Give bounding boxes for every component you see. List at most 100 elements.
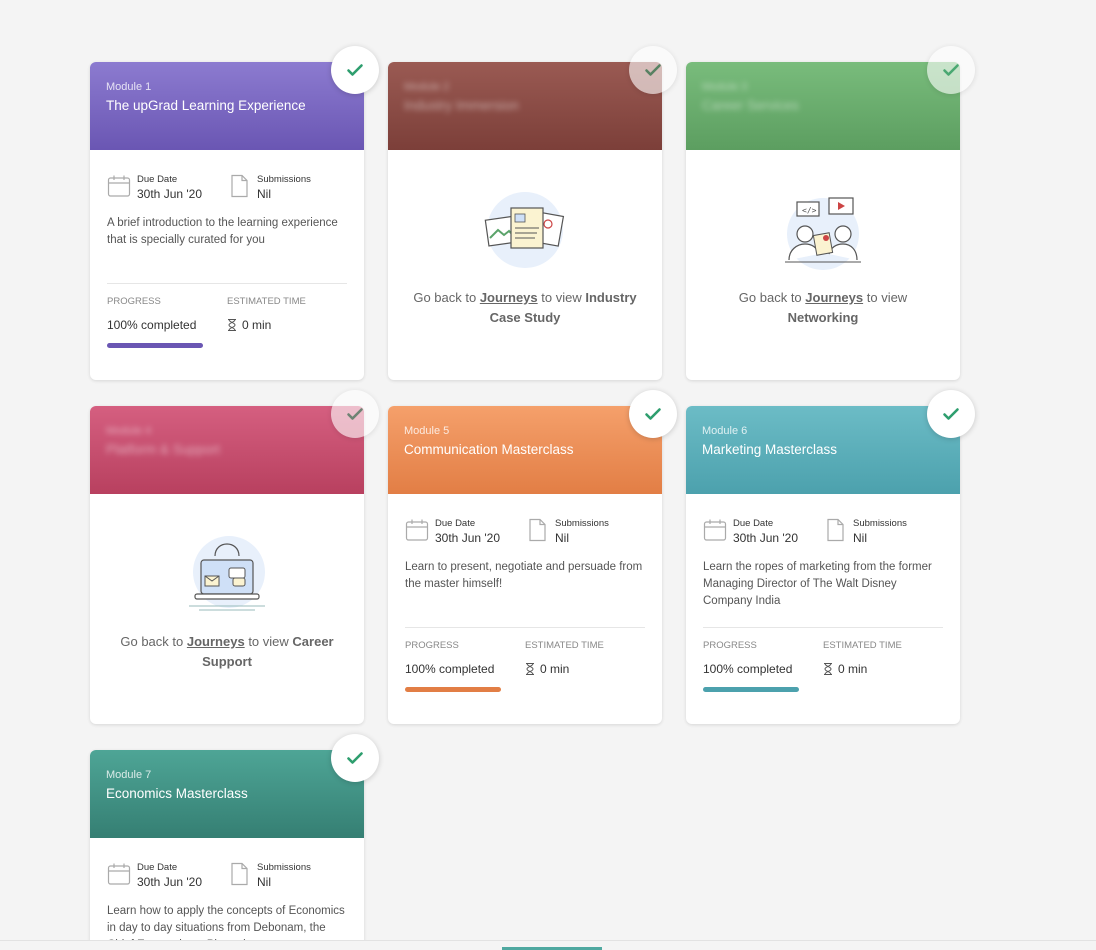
journeys-link[interactable]: Journeys xyxy=(805,290,863,305)
journeys-link[interactable]: Journeys xyxy=(187,634,245,649)
calendar-icon xyxy=(107,863,131,885)
locked-message: Go back to Journeys to view Networking xyxy=(686,288,960,328)
go-back-text: Go back to xyxy=(413,290,477,305)
estimated-time: 0 min xyxy=(823,661,943,677)
progress-label: PROGRESS xyxy=(107,296,161,307)
module-number: Module 6 xyxy=(702,425,748,437)
due-date-label: Due Date xyxy=(137,174,178,185)
module-card-6[interactable]: Module 6 Marketing Masterclass Due Date 3… xyxy=(686,406,960,724)
module-meta: Due Date 30th Jun '20 Submissions Nil xyxy=(405,518,645,545)
progress-bar xyxy=(703,687,799,692)
module-body: Due Date 30th Jun '20 Submissions Nil Lear… xyxy=(388,494,662,692)
module-meta: Due Date 30th Jun '20 Submissions Nil xyxy=(107,862,347,889)
completed-check-icon xyxy=(331,390,379,438)
module-title: Marketing Masterclass xyxy=(702,442,838,457)
locked-body: </> Go back to Journeys to view Networki… xyxy=(686,150,960,380)
submissions-value: Nil xyxy=(555,531,569,545)
go-back-text: Go back to xyxy=(738,290,802,305)
calendar-icon xyxy=(405,519,429,541)
document-icon xyxy=(231,862,248,886)
networking-illustration-icon: </> xyxy=(785,197,861,270)
progress-section: PROGRESS 100% completed ESTIMATED TIME 0… xyxy=(703,640,943,692)
hourglass-icon xyxy=(526,663,534,675)
divider xyxy=(107,283,347,284)
module-title: Platform & Support xyxy=(106,442,221,457)
due-date-label: Due Date xyxy=(137,862,178,873)
to-view-text: to view xyxy=(248,634,289,649)
module-description: A brief introduction to the learning exp… xyxy=(107,217,338,246)
module-number: Module 5 xyxy=(404,425,450,437)
progress-section: PROGRESS 100% completed ESTIMATED TIME 0… xyxy=(405,640,645,692)
module-meta: Due Date 30th Jun '20 Submissions Nil xyxy=(107,174,347,201)
completed-check-icon xyxy=(927,390,975,438)
module-meta: Due Date 30th Jun '20 Submissions Nil xyxy=(703,518,943,545)
module-card-4[interactable]: Module 4 Platform & Support Go back to J… xyxy=(90,406,364,724)
module-number: Module 7 xyxy=(106,769,152,781)
due-date: Due Date 30th Jun '20 xyxy=(107,862,227,889)
to-view-text: to view xyxy=(866,290,908,305)
due-date: Due Date 30th Jun '20 xyxy=(405,518,525,545)
document-icon xyxy=(827,518,844,542)
go-back-text: Go back to xyxy=(120,634,184,649)
due-date-label: Due Date xyxy=(733,518,774,529)
due-date-value: 30th Jun '20 xyxy=(137,187,203,201)
locked-target-line2: Case Study xyxy=(489,310,561,325)
divider xyxy=(703,627,943,628)
module-title: Communication Masterclass xyxy=(404,442,574,457)
progress-bar xyxy=(107,343,203,348)
document-icon xyxy=(231,174,248,198)
svg-text:</>: </> xyxy=(802,206,817,215)
submissions-label: Submissions xyxy=(257,862,311,873)
module-card-3[interactable]: Module 3 Career Services </> Go back to … xyxy=(686,62,960,380)
module-header: Module 1 The upGrad Learning Experience xyxy=(90,62,364,150)
module-header: Module 4 Platform & Support xyxy=(90,406,364,494)
module-header: Module 7 Economics Masterclass xyxy=(90,750,364,838)
due-date: Due Date 30th Jun '20 xyxy=(703,518,823,545)
divider xyxy=(405,627,645,628)
module-description: Learn the ropes of marketing from the fo… xyxy=(703,561,932,607)
estimated-time-value: 0 min xyxy=(242,318,272,332)
hourglass-icon xyxy=(228,319,236,331)
module-title: The upGrad Learning Experience xyxy=(106,98,306,113)
locked-target-line2: Support xyxy=(202,654,252,669)
estimated-time: 0 min xyxy=(525,661,645,677)
progress-label: PROGRESS xyxy=(405,640,459,651)
due-date-label: Due Date xyxy=(435,518,476,529)
module-header: Module 6 Marketing Masterclass xyxy=(686,406,960,494)
module-body: Due Date 30th Jun '20 Submissions Nil A br… xyxy=(90,150,364,348)
module-title: Economics Masterclass xyxy=(106,786,248,801)
completed-check-icon xyxy=(331,46,379,94)
submissions-value: Nil xyxy=(257,187,271,201)
submissions: Submissions Nil xyxy=(823,518,943,545)
submissions-value: Nil xyxy=(853,531,867,545)
module-body: Due Date 30th Jun '20 Submissions Nil Lear… xyxy=(686,494,960,692)
progress-value: 100% completed xyxy=(405,662,495,676)
hourglass-icon xyxy=(824,663,832,675)
locked-body: Go back to Journeys to view Career Suppo… xyxy=(90,494,364,724)
due-date-value: 30th Jun '20 xyxy=(733,531,799,545)
module-card-7[interactable]: Module 7 Economics Masterclass Due Date 3… xyxy=(90,750,364,950)
module-card-1[interactable]: Module 1 The upGrad Learning Experience … xyxy=(90,62,364,380)
locked-body: Go back to Journeys to view Industry Cas… xyxy=(388,150,662,380)
due-date: Due Date 30th Jun '20 xyxy=(107,174,227,201)
case-study-illustration-icon xyxy=(484,192,565,268)
module-card-5[interactable]: Module 5 Communication Masterclass Due D… xyxy=(388,406,662,724)
module-number: Module 2 xyxy=(404,81,450,93)
journeys-link[interactable]: Journeys xyxy=(480,290,538,305)
to-view-text: to view xyxy=(541,290,582,305)
module-card-2[interactable]: Module 2 Industry Immersion Go back to J… xyxy=(388,62,662,380)
submissions-label: Submissions xyxy=(555,518,609,529)
module-description: Learn to present, negotiate and persuade… xyxy=(405,561,643,590)
module-title: Career Services xyxy=(702,98,799,113)
estimated-time-label: ESTIMATED TIME xyxy=(227,296,306,307)
module-title: Industry Immersion xyxy=(404,98,519,113)
calendar-icon xyxy=(107,175,131,197)
support-illustration-icon xyxy=(189,536,265,611)
progress-value: 100% completed xyxy=(107,318,197,332)
locked-message: Go back to Journeys to view Career Suppo… xyxy=(102,632,351,672)
estimated-time-value: 0 min xyxy=(838,662,868,676)
estimated-time: 0 min xyxy=(227,317,347,333)
locked-target: Industry xyxy=(585,290,637,305)
estimated-time-label: ESTIMATED TIME xyxy=(525,640,604,651)
completed-check-icon xyxy=(629,390,677,438)
